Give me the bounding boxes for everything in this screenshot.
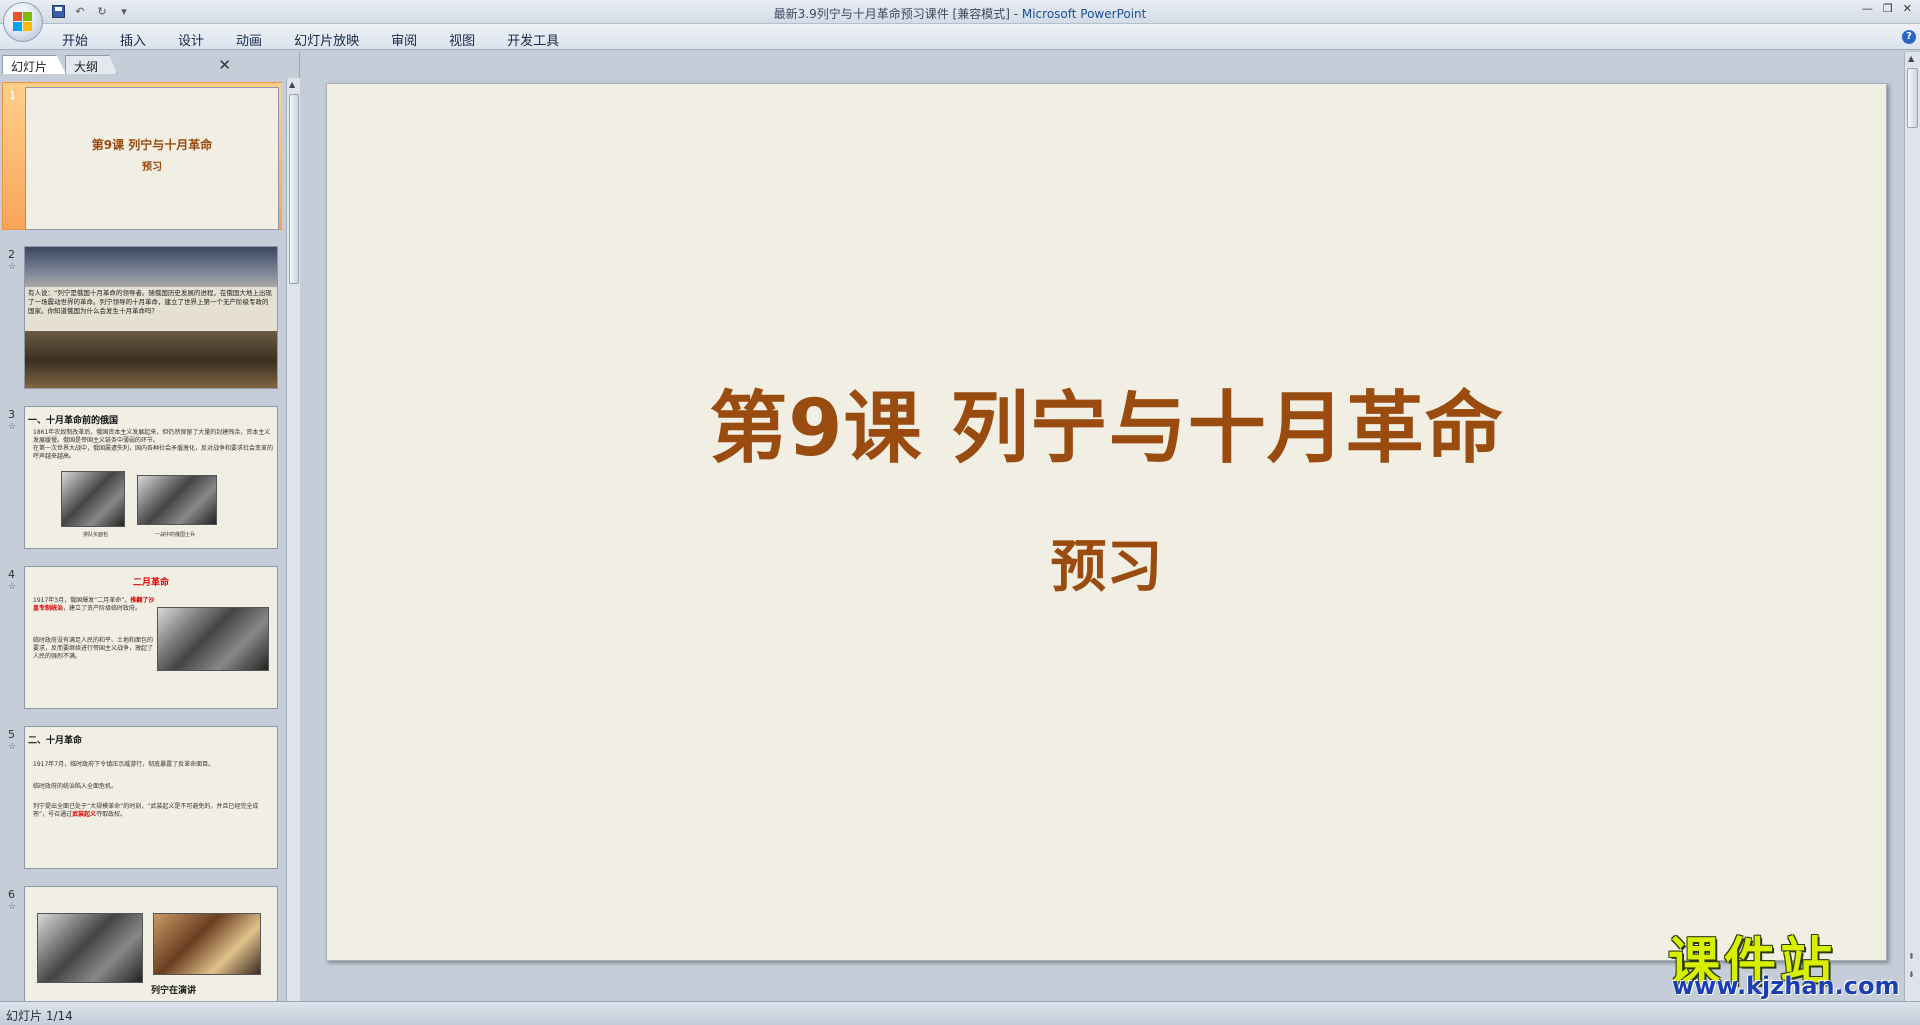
animation-star-icon: ☆	[8, 902, 17, 912]
thumb-heading: 二月革命	[132, 578, 169, 588]
tab-insert[interactable]: 插入	[116, 30, 160, 49]
slide-subtitle[interactable]: 预习	[327, 522, 1886, 603]
text-run: 列宁提出全面已处于“大规模革命”的时刻，“武装起义是不可避免的，并且已经完全成熟…	[33, 803, 259, 818]
photo-caption: 列宁在演讲	[151, 986, 197, 996]
slide-thumbnail-image: 二、十月革命 1917年7月，临时政府下令镇压示威游行，彻底暴露了反革命面目。 …	[24, 726, 278, 869]
scroll-up-icon[interactable]: ▲	[289, 80, 295, 89]
tab-view[interactable]: 视图	[445, 30, 489, 49]
current-slide[interactable]: 第9课 列宁与十月革命 预习	[326, 83, 1887, 961]
tab-slides[interactable]: 幻灯片	[2, 55, 67, 74]
watermark-url: www.kjzhan.com	[1672, 972, 1900, 1000]
slide-thumbnail-image: 二月革命 1917年3月，俄国爆发“二月革命”，推翻了沙皇专制统治，建立了资产阶…	[24, 566, 278, 709]
slide-thumbnail-image: 第9课 列宁与十月革命 预习	[25, 87, 279, 230]
previous-slide-icon[interactable]: ⇞	[1908, 952, 1915, 961]
photo-caption: 排队买面包	[83, 532, 109, 538]
tab-review[interactable]: 审阅	[387, 30, 431, 49]
thumb-paragraph: 列宁提出全面已处于“大规模革命”的时刻，“武装起义是不可避免的，并且已经完全成熟…	[33, 803, 273, 819]
thumb-paragraph: 临时政府的统治陷入全面危机。	[33, 783, 118, 790]
painting-top	[25, 247, 277, 287]
photo	[37, 913, 143, 983]
slide-thumbnail-list: 1 第9课 列宁与十月革命 预习 2 ☆ 有人说：“列宁是俄国十月革命的领导者。…	[2, 78, 282, 1025]
help-icon[interactable]: ?	[1902, 30, 1916, 44]
close-icon[interactable]: ✕	[1903, 2, 1912, 15]
restore-icon[interactable]: ❐	[1883, 2, 1893, 15]
photo-caption: 一战中的俄国士兵	[155, 532, 196, 538]
slide-number: 2	[8, 248, 15, 261]
tab-home[interactable]: 开始	[58, 30, 102, 49]
animation-star-icon: ☆	[8, 742, 17, 752]
thumb-paragraph: 在第一次世界大战中，俄国屡遭失利，国内各种社会矛盾激化，反对战争和要求社会变革的…	[33, 445, 274, 460]
thumb-text: 有人说：“列宁是俄国十月革命的领导者。随俄国历史发展的进程，在俄国大地上出现了一…	[25, 287, 277, 331]
slide-thumbnail-image: 有人说：“列宁是俄国十月革命的领导者。随俄国历史发展的进程，在俄国大地上出现了一…	[24, 246, 278, 389]
tab-animations[interactable]: 动画	[232, 30, 276, 49]
photo	[61, 471, 125, 527]
scroll-thumb[interactable]	[289, 94, 299, 284]
office-button[interactable]	[3, 2, 43, 42]
watermark: 课件站 www.kjzhan.com	[1668, 920, 1908, 1000]
thumb-heading: 二、十月革命	[28, 736, 83, 746]
close-pane-icon[interactable]: ✕	[218, 56, 231, 74]
next-slide-icon[interactable]: ⇟	[1908, 970, 1915, 979]
slides-pane: 幻灯片 大纲 ✕ 1 第9课 列宁与十月革命 预习 2 ☆ 有人说：“列宁是俄国…	[0, 52, 300, 1025]
photo	[153, 913, 261, 975]
scroll-up-icon[interactable]: ▲	[1908, 54, 1914, 63]
photo	[157, 607, 269, 671]
slide-thumbnail-4[interactable]: 4 ☆ 二月革命 1917年3月，俄国爆发“二月革命”，推翻了沙皇专制统治，建立…	[2, 562, 282, 710]
slide-indicator: 幻灯片 1/14	[6, 1009, 73, 1023]
window-controls: — ❐ ✕	[1862, 2, 1912, 15]
thumb-subtitle: 预习	[142, 162, 162, 173]
app-name: Microsoft PowerPoint	[1021, 7, 1147, 21]
thumb-paragraph: 1861年农奴制改革后，俄国资本主义发展起来，但仍然保留了大量的封建残余，资本主…	[33, 429, 271, 444]
status-bar: 幻灯片 1/14	[0, 1001, 1920, 1025]
ribbon-tabs: 开始 插入 设计 动画 幻灯片放映 审阅 视图 开发工具	[58, 30, 587, 49]
office-logo-icon	[13, 12, 33, 32]
painting-bottom	[25, 331, 277, 388]
pane-tabs: 幻灯片 大纲	[2, 54, 118, 74]
window-title: 最新3.9列宁与十月革命预习课件 [兼容模式] - Microsoft Powe…	[0, 5, 1920, 22]
slide-number: 6	[8, 888, 15, 901]
slide-title[interactable]: 第9课 列宁与十月革命	[327, 366, 1886, 478]
thumb-title: 第9课 列宁与十月革命	[91, 138, 213, 152]
thumbnail-scrollbar[interactable]: ▲ ▼	[286, 78, 300, 1025]
document-title: 最新3.9列宁与十月革命预习课件 [兼容模式] -	[773, 7, 1022, 21]
text-run: 1917年3月，俄国爆发“二月革命”，	[33, 597, 131, 604]
slide-thumbnail-5[interactable]: 5 ☆ 二、十月革命 1917年7月，临时政府下令镇压示威游行，彻底暴露了反革命…	[2, 722, 282, 870]
slide-scrollbar[interactable]: ▲ ⇞ ⇟	[1904, 52, 1920, 1001]
tab-design[interactable]: 设计	[174, 30, 218, 49]
tab-developer[interactable]: 开发工具	[503, 30, 573, 49]
thumb-paragraph: 1917年3月，俄国爆发“二月革命”，推翻了沙皇专制统治，建立了资产阶级临时政府…	[33, 597, 155, 613]
tab-outline[interactable]: 大纲	[65, 55, 118, 74]
slide-thumbnail-3[interactable]: 3 ☆ 一、十月革命前的俄国 1861年农奴制改革后，俄国资本主义发展起来，但仍…	[2, 402, 282, 550]
animation-star-icon: ☆	[8, 422, 17, 432]
slide-thumbnail-image: 一、十月革命前的俄国 1861年农奴制改革后，俄国资本主义发展起来，但仍然保留了…	[24, 406, 278, 549]
animation-star-icon: ☆	[8, 262, 17, 272]
slide-thumbnail-2[interactable]: 2 ☆ 有人说：“列宁是俄国十月革命的领导者。随俄国历史发展的进程，在俄国大地上…	[2, 242, 282, 390]
tab-slide-show[interactable]: 幻灯片放映	[290, 30, 373, 49]
minimize-icon[interactable]: —	[1862, 2, 1873, 15]
thumb-paragraph: 1917年7月，临时政府下令镇压示威游行，彻底暴露了反革命面目。	[33, 761, 215, 768]
animation-star-icon: ☆	[8, 582, 17, 592]
thumb-heading: 一、十月革命前的俄国	[28, 416, 119, 426]
thumb-paragraph: 临时政府没有满足人民的和平、土地和面包的要求，反而要继续进行帝国主义战争，激起了…	[33, 637, 154, 660]
photo	[137, 475, 217, 525]
ribbon: 开始 插入 设计 动画 幻灯片放映 审阅 视图 开发工具 ?	[0, 24, 1920, 50]
text-run: 夺取政权。	[96, 811, 127, 818]
slide-number: 4	[8, 568, 15, 581]
slide-number: 5	[8, 728, 15, 741]
title-bar: ↶ ↻ ▾ 最新3.9列宁与十月革命预习课件 [兼容模式] - Microsof…	[0, 0, 1920, 24]
text-run: ，建立了资产阶级临时政府。	[63, 605, 142, 612]
slide-thumbnail-1[interactable]: 1 第9课 列宁与十月革命 预习	[2, 82, 282, 230]
slide-editing-area: 第9课 列宁与十月革命 预习 ▲ ⇞ ⇟	[301, 52, 1920, 1001]
highlighted-text: 武装起义	[72, 811, 97, 818]
slide-number: 3	[8, 408, 15, 421]
scroll-thumb[interactable]	[1907, 68, 1918, 128]
slide-number: 1	[9, 89, 16, 102]
